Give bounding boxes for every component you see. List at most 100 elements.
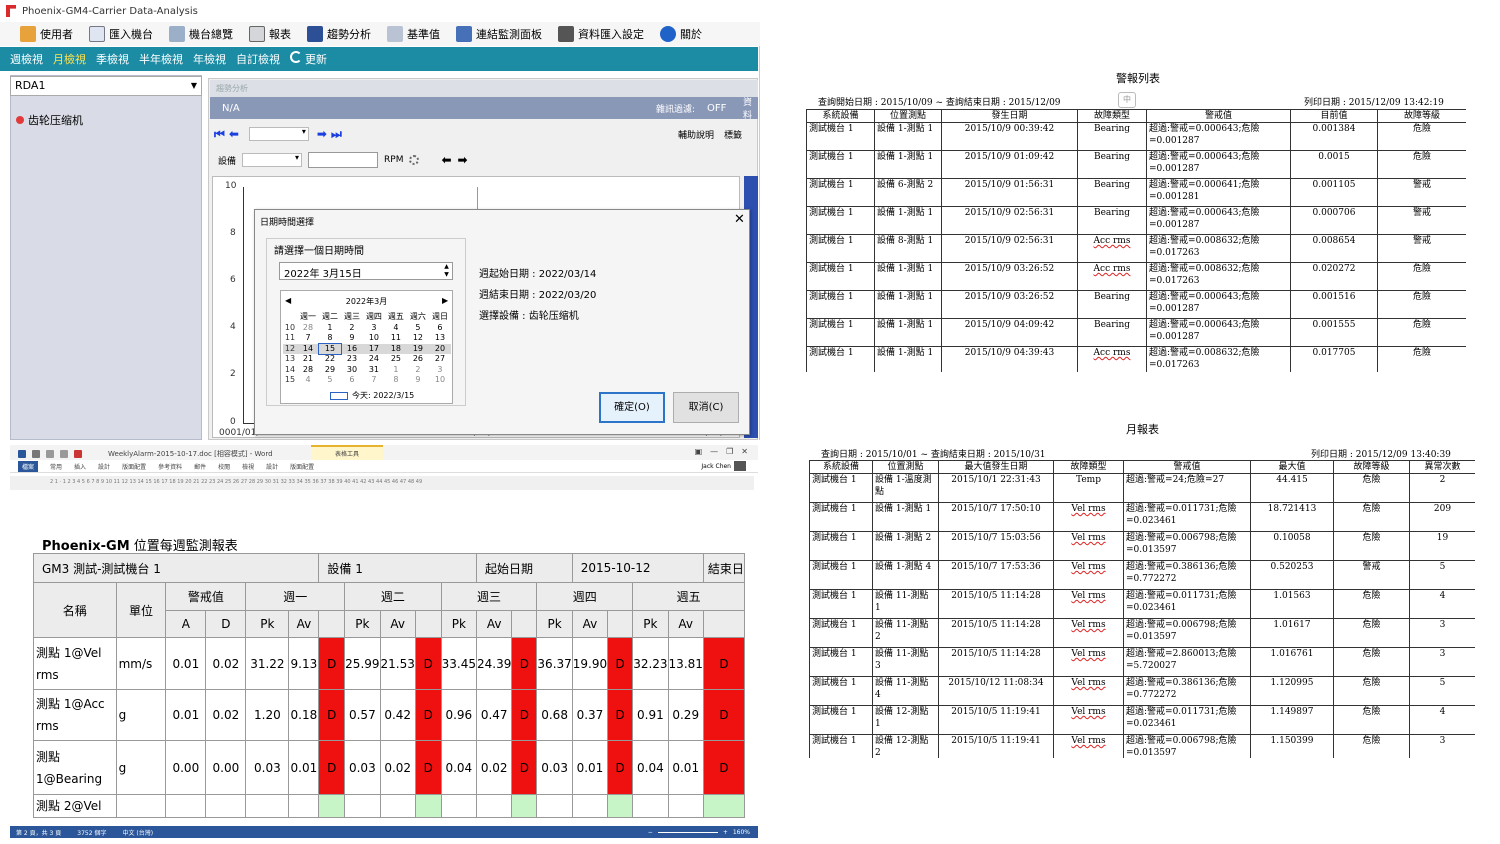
sub-header[interactable]: Pk [245, 610, 290, 638]
row-avg-cell[interactable] [667, 794, 704, 818]
calendar-day[interactable]: 19 [406, 343, 429, 354]
row-peak-cell[interactable] [440, 794, 478, 818]
calendar-day[interactable]: 7 [363, 375, 385, 386]
row-status-cell[interactable]: D [511, 740, 538, 795]
zoom-slider[interactable] [657, 831, 718, 833]
calendar-day-selected[interactable]: 15 [317, 342, 342, 355]
save-icon[interactable] [32, 450, 40, 458]
page-count[interactable]: 第 2 頁，共 3 頁 [16, 828, 61, 837]
row-status-cell[interactable]: D [607, 740, 634, 795]
row-avg-cell[interactable] [476, 794, 513, 818]
calendar-day[interactable]: 6 [341, 375, 363, 386]
row-peak-cell[interactable]: 0.68 [536, 689, 573, 741]
date-input[interactable]: 2022年 3月15日 [279, 262, 453, 280]
table-start-date[interactable]: 2015-10-12 [571, 553, 704, 583]
row-alarm-a-cell[interactable]: 0.01 [165, 637, 207, 690]
sub-header[interactable]: Pk [536, 610, 573, 638]
row-status-cell[interactable]: D [607, 637, 634, 690]
font-color-icon[interactable] [74, 450, 82, 458]
row-peak-cell[interactable] [344, 794, 381, 818]
table-header-tue[interactable]: 週二 [344, 582, 442, 611]
calendar-day[interactable]: 4 [297, 375, 319, 386]
ribbon-tab-layout[interactable]: 版面配置 [122, 462, 146, 471]
sub-header[interactable]: A [165, 610, 207, 638]
menu-report[interactable]: 報表 [243, 23, 297, 45]
calendar-day[interactable]: 3 [429, 365, 451, 376]
row-avg-cell[interactable]: 0.01 [571, 740, 609, 795]
ribbon-tab-view[interactable]: 檢視 [242, 462, 254, 471]
row-avg-cell[interactable]: 0.02 [476, 740, 513, 795]
ribbon-tab-insert[interactable]: 插入 [74, 462, 86, 471]
calendar-day[interactable]: 16 [340, 343, 363, 354]
sub-header[interactable]: Av [667, 610, 704, 638]
ribbon-tab-file[interactable]: 檔案 [18, 460, 39, 472]
zoom-in-icon[interactable]: + [723, 829, 728, 836]
menu-baseline[interactable]: 基準值 [381, 23, 446, 45]
row-peak-cell[interactable]: 31.22 [245, 637, 290, 690]
row-status-cell[interactable]: D [318, 637, 346, 690]
calendar-day[interactable]: 2 [341, 323, 363, 334]
row-avg-cell[interactable]: 0.42 [379, 689, 416, 741]
minimize-icon[interactable]: — [710, 447, 718, 456]
menu-trend[interactable]: 趨勢分析 [301, 23, 377, 45]
row-avg-cell[interactable]: 0.18 [288, 689, 320, 741]
row-peak-cell[interactable]: 36.37 [536, 637, 573, 690]
row-status-cell[interactable]: D [702, 740, 745, 795]
date-spinner[interactable]: ▲ ▼ [441, 263, 452, 279]
redo-icon[interactable] [60, 450, 68, 458]
row-peak-cell[interactable]: 0.91 [632, 689, 669, 741]
sub-header[interactable]: Pk [440, 610, 478, 638]
sub-header[interactable] [318, 610, 346, 638]
row-alarm-a-cell[interactable]: 0.00 [165, 740, 207, 795]
last-page-icon[interactable]: ⏭ [331, 127, 342, 142]
undo-icon[interactable] [46, 450, 54, 458]
calendar-day[interactable]: 30 [341, 365, 363, 376]
zoom-out-icon[interactable]: − [648, 829, 653, 836]
prev-month-icon[interactable]: ◀ [285, 296, 291, 305]
calendar-day[interactable]: 28 [297, 323, 319, 334]
calendar-day[interactable]: 1 [319, 323, 341, 334]
sub-header[interactable]: Av [379, 610, 416, 638]
help-link[interactable]: 輔助說明 [678, 128, 714, 141]
calendar-day[interactable]: 10 [429, 375, 451, 386]
row-peak-cell[interactable]: 25.99 [344, 637, 381, 690]
row-avg-cell[interactable] [379, 794, 416, 818]
calendar-day[interactable]: 22 [319, 354, 341, 365]
gear-icon[interactable] [409, 155, 420, 165]
right-arrow-icon[interactable]: ➡ [458, 153, 468, 167]
row-status-cell[interactable] [702, 794, 745, 818]
row-avg-cell[interactable]: 24.39 [476, 637, 513, 690]
sub-header[interactable] [702, 610, 745, 638]
calendar-day[interactable]: 23 [341, 354, 363, 365]
row-alarm-d-cell[interactable]: 0.02 [205, 637, 247, 690]
table-header-thu[interactable]: 週四 [536, 582, 634, 611]
row-peak-cell[interactable]: 0.03 [344, 740, 381, 795]
row-status-cell[interactable]: D [702, 689, 745, 741]
row-status-cell[interactable]: D [414, 740, 442, 795]
row-avg-cell[interactable]: 0.01 [288, 740, 320, 795]
table-header-mon[interactable]: 週一 [245, 582, 346, 611]
calendar-day[interactable]: 26 [407, 354, 429, 365]
row-avg-cell[interactable]: 21.53 [379, 637, 416, 690]
row-alarm-d-cell[interactable]: 0.02 [205, 689, 247, 741]
table-device-cell[interactable]: 設備 1 [318, 553, 478, 583]
calendar-day[interactable]: 28 [297, 365, 319, 376]
calendar-today-link[interactable]: 今天: 2022/3/15 [330, 390, 414, 401]
close-icon[interactable]: ✕ [734, 212, 745, 227]
table-end-label[interactable]: 結束日 [702, 553, 745, 583]
row-status-cell[interactable]: D [511, 637, 538, 690]
tab-year[interactable]: 年檢視 [193, 51, 226, 67]
row-peak-cell[interactable] [245, 794, 290, 818]
calendar-day[interactable]: 2 [407, 365, 429, 376]
row-status-cell[interactable]: D [318, 689, 346, 741]
calendar-day[interactable]: 29 [319, 365, 341, 376]
calendar-day[interactable]: 27 [429, 354, 451, 365]
calendar-day[interactable]: 24 [363, 354, 385, 365]
sub-header[interactable]: Pk [344, 610, 381, 638]
sub-header[interactable] [414, 610, 442, 638]
ribbon-tab-design[interactable]: 設計 [98, 462, 110, 471]
tab-half-year[interactable]: 半年檢視 [139, 51, 183, 67]
table-header-warning[interactable]: 警戒值 [165, 582, 247, 611]
calendar-day[interactable]: 4 [385, 323, 407, 334]
rpm-input[interactable] [308, 152, 379, 168]
